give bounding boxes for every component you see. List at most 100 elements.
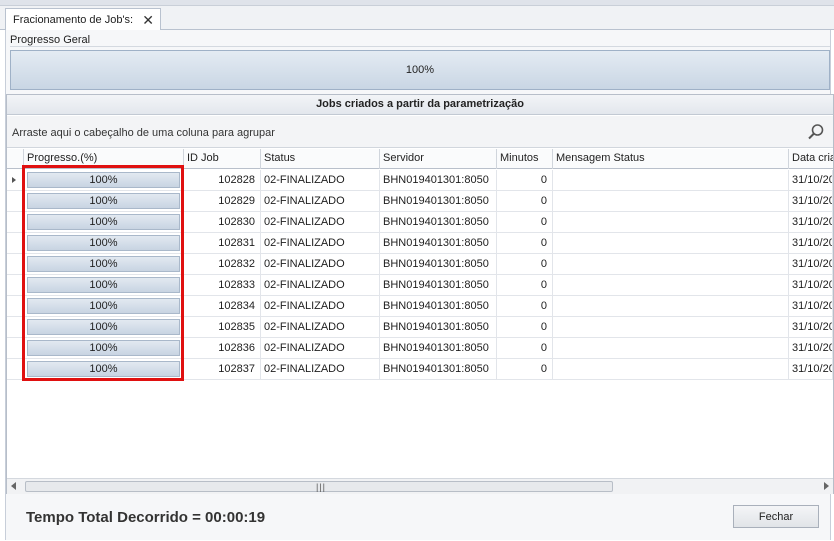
cell-id-job: 102834 [184, 296, 261, 316]
table-row[interactable]: 100% 102835 02-FINALIZADO BHN019401301:8050… [7, 317, 833, 338]
column-header-minutos[interactable]: Minutos [497, 149, 553, 169]
cell-minutos: 0 [497, 233, 553, 253]
scroll-grip-icon: ||| [316, 482, 327, 492]
row-progress-bar: 100% [27, 361, 180, 377]
overall-progress-label: Progresso Geral [10, 34, 91, 46]
cell-mensagem-status [553, 212, 789, 232]
cell-progress: 100% [24, 338, 184, 358]
tab-bar: Fracionamento de Job's: ✕ [0, 6, 834, 31]
overall-progress-text: 100% [405, 64, 435, 76]
cell-minutos: 0 [497, 170, 553, 190]
table-row[interactable]: 100% 102837 02-FINALIZADO BHN019401301:8050… [7, 359, 833, 380]
cell-progress: 100% [24, 275, 184, 295]
cell-mensagem-status [553, 170, 789, 190]
column-header-id-job[interactable]: ID Job [184, 149, 261, 169]
cell-status: 02-FINALIZADO [261, 359, 380, 379]
cell-progress: 100% [24, 212, 184, 232]
table-row[interactable]: 100% 102830 02-FINALIZADO BHN019401301:8050… [7, 212, 833, 233]
group-by-hint: Arraste aqui o cabeçalho de uma coluna p… [12, 127, 275, 139]
table-row[interactable]: 100% 102833 02-FINALIZADO BHN019401301:8050… [7, 275, 833, 296]
cell-servidor: BHN019401301:8050 [380, 296, 497, 316]
horizontal-scrollbar[interactable]: ||| [7, 478, 833, 494]
cell-minutos: 0 [497, 275, 553, 295]
cell-id-job: 102830 [184, 212, 261, 232]
search-icon[interactable] [807, 123, 825, 141]
column-header-servidor[interactable]: Servidor [380, 149, 497, 169]
cell-data-criacao: 31/10/20 [789, 191, 833, 211]
cell-id-job: 102835 [184, 317, 261, 337]
table-row[interactable]: 100% 102828 02-FINALIZADO BHN019401301:8050… [7, 170, 833, 191]
cell-data-criacao: 31/10/20 [789, 233, 833, 253]
column-header-status[interactable]: Status [261, 149, 380, 169]
cell-data-criacao: 31/10/20 [789, 275, 833, 295]
cell-servidor: BHN019401301:8050 [380, 170, 497, 190]
group-by-panel[interactable]: Arraste aqui o cabeçalho de uma coluna p… [7, 116, 833, 148]
fechar-button[interactable]: Fechar [733, 505, 819, 528]
cell-mensagem-status [553, 275, 789, 295]
row-progress-bar: 100% [27, 172, 180, 188]
column-header-mensagem-status[interactable]: Mensagem Status [553, 149, 789, 169]
column-header-data-criacao[interactable]: Data cria [789, 149, 833, 169]
cell-status: 02-FINALIZADO [261, 338, 380, 358]
cell-minutos: 0 [497, 296, 553, 316]
table-row[interactable]: 100% 102831 02-FINALIZADO BHN019401301:8050… [7, 233, 833, 254]
grid-header: Progresso.(%) ID Job Status Servidor Min… [7, 149, 833, 169]
cell-progress: 100% [24, 170, 184, 190]
row-progress-bar: 100% [27, 298, 180, 314]
close-icon[interactable]: ✕ [142, 12, 154, 29]
cell-mensagem-status [553, 338, 789, 358]
cell-id-job: 102836 [184, 338, 261, 358]
column-header-progress[interactable]: Progresso.(%) [24, 149, 184, 169]
cell-servidor: BHN019401301:8050 [380, 338, 497, 358]
row-progress-bar: 100% [27, 235, 180, 251]
overall-progress-bar: 100% [10, 50, 830, 90]
cell-progress: 100% [24, 359, 184, 379]
row-indicator [7, 212, 24, 232]
cell-status: 02-FINALIZADO [261, 191, 380, 211]
cell-servidor: BHN019401301:8050 [380, 233, 497, 253]
cell-servidor: BHN019401301:8050 [380, 254, 497, 274]
scroll-thumb[interactable]: ||| [25, 481, 613, 492]
tab-fracionamento[interactable]: Fracionamento de Job's: ✕ [5, 8, 161, 31]
cell-id-job: 102831 [184, 233, 261, 253]
cell-progress: 100% [24, 296, 184, 316]
cell-progress: 100% [24, 317, 184, 337]
cell-id-job: 102833 [184, 275, 261, 295]
cell-minutos: 0 [497, 254, 553, 274]
scroll-left-arrow-icon[interactable] [11, 482, 16, 490]
cell-data-criacao: 31/10/20 [789, 212, 833, 232]
cell-minutos: 0 [497, 338, 553, 358]
grid-title: Jobs criados a partir da parametrização [7, 95, 833, 115]
cell-data-criacao: 31/10/20 [789, 254, 833, 274]
row-progress-bar: 100% [27, 214, 180, 230]
cell-status: 02-FINALIZADO [261, 254, 380, 274]
table-row[interactable]: 100% 102832 02-FINALIZADO BHN019401301:8050… [7, 254, 833, 275]
jobs-grid: Jobs criados a partir da parametrização … [6, 94, 834, 494]
elapsed-time: Tempo Total Decorrido = 00:00:19 [26, 509, 266, 526]
cell-minutos: 0 [497, 317, 553, 337]
row-indicator [7, 170, 24, 190]
cell-progress: 100% [24, 191, 184, 211]
table-row[interactable]: 100% 102829 02-FINALIZADO BHN019401301:8050… [7, 191, 833, 212]
table-row[interactable]: 100% 102834 02-FINALIZADO BHN019401301:8050… [7, 296, 833, 317]
row-indicator [7, 191, 24, 211]
cell-minutos: 0 [497, 212, 553, 232]
row-indicator [7, 338, 24, 358]
tab-title: Fracionamento de Job's: [13, 14, 134, 26]
cell-status: 02-FINALIZADO [261, 170, 380, 190]
table-row[interactable]: 100% 102836 02-FINALIZADO BHN019401301:8050… [7, 338, 833, 359]
cell-mensagem-status [553, 317, 789, 337]
cell-status: 02-FINALIZADO [261, 275, 380, 295]
cell-servidor: BHN019401301:8050 [380, 317, 497, 337]
row-indicator [7, 317, 24, 337]
cell-data-criacao: 31/10/20 [789, 338, 833, 358]
row-progress-bar: 100% [27, 277, 180, 293]
cell-id-job: 102828 [184, 170, 261, 190]
cell-minutos: 0 [497, 191, 553, 211]
cell-data-criacao: 31/10/20 [789, 170, 833, 190]
cell-data-criacao: 31/10/20 [789, 359, 833, 379]
cell-servidor: BHN019401301:8050 [380, 191, 497, 211]
cell-mensagem-status [553, 359, 789, 379]
scroll-right-arrow-icon[interactable] [824, 482, 829, 490]
cell-data-criacao: 31/10/20 [789, 317, 833, 337]
